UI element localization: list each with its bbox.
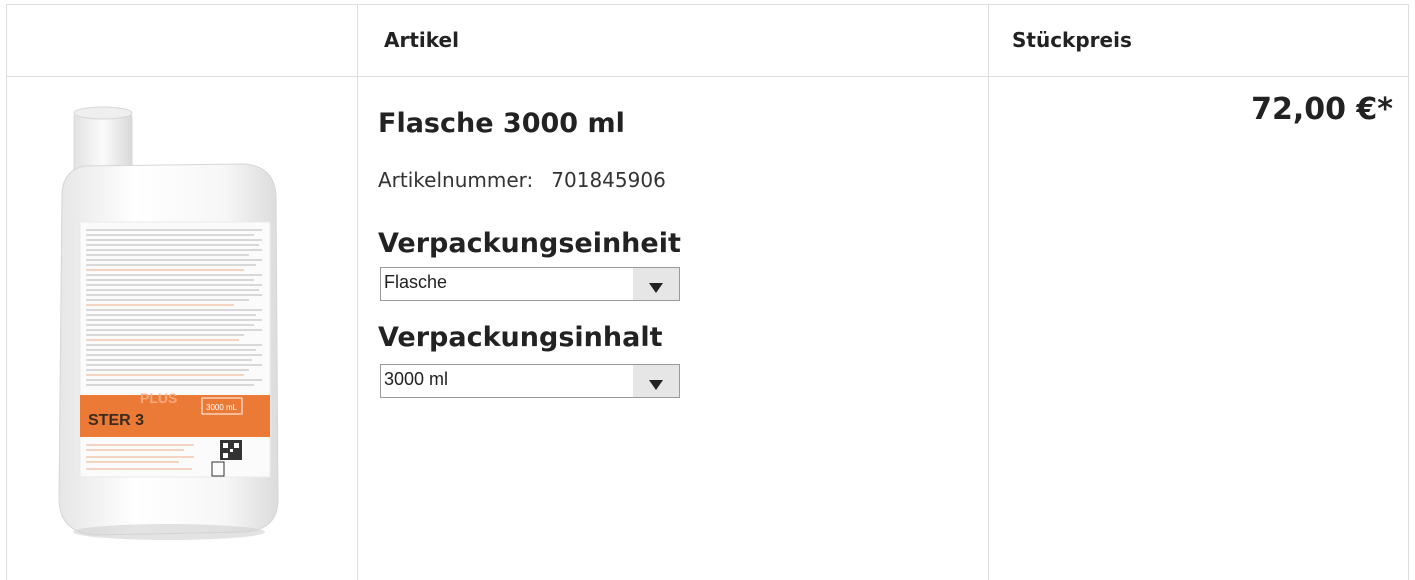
dropdown-arrow-icon [649,380,663,390]
article-number-value: 701845906 [551,168,666,192]
packaging-unit-label: Verpackungseinheit [378,228,681,259]
product-image[interactable]: STER 3 PLUS 3000 mL [44,100,314,550]
header-bottom-border [6,76,1409,77]
packaging-unit-selected-value: Flasche [384,272,448,292]
packaging-unit-dropdown-button[interactable] [633,268,679,300]
table-left-border [6,4,7,580]
unit-price: 72,00 €* [1251,92,1393,127]
packaging-content-label: Verpackungsinhalt [378,322,663,353]
svg-text:3000 mL: 3000 mL [206,403,238,412]
svg-text:STER 3: STER 3 [88,412,144,429]
packaging-content-dropdown-button[interactable] [633,365,679,397]
packaging-content-select[interactable]: 3000 ml [380,364,680,398]
column-divider-2 [988,4,989,580]
svg-text:PLUS: PLUS [140,390,177,406]
table-right-border [1408,4,1409,580]
table-top-border [6,4,1409,5]
column-header-article: Artikel [384,28,459,52]
packaging-content-selected-value: 3000 ml [384,369,449,389]
column-header-unit-price: Stückpreis [1012,28,1132,52]
article-number-row: Artikelnummer: 701845906 [378,168,666,192]
dropdown-arrow-icon [649,283,663,293]
product-title[interactable]: Flasche 3000 ml [378,108,625,139]
product-table: Artikel Stückpreis STER 3 PLUS 3000 mL F… [0,0,1415,580]
article-number-label: Artikelnummer: [378,168,534,192]
packaging-unit-select[interactable]: Flasche [380,267,680,301]
column-divider-1 [357,4,358,580]
